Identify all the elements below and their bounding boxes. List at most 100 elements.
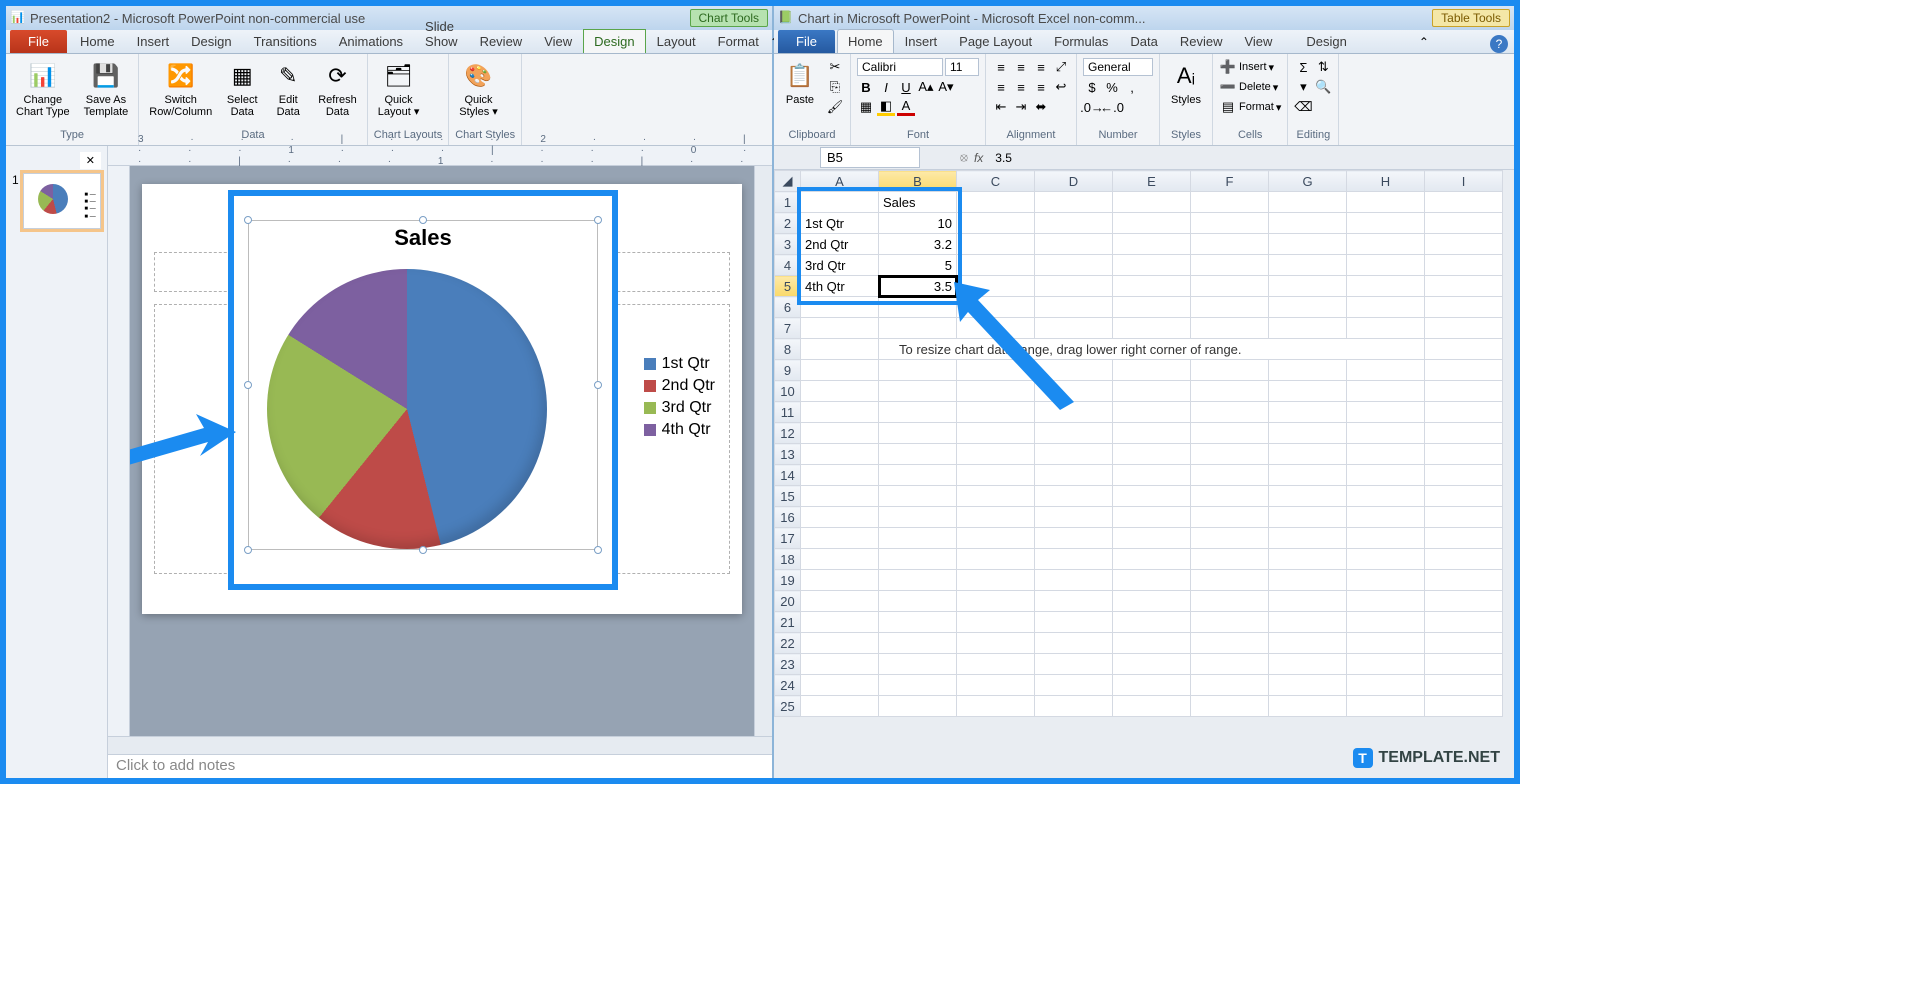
align-center-icon[interactable]: ≡ bbox=[1012, 78, 1030, 96]
tab-animations[interactable]: Animations bbox=[328, 29, 414, 53]
row-header[interactable]: 1 bbox=[775, 192, 801, 213]
find-icon[interactable]: 🔍 bbox=[1314, 78, 1332, 96]
col-header-i[interactable]: I bbox=[1425, 171, 1503, 192]
excel-tab-data[interactable]: Data bbox=[1119, 29, 1168, 53]
excel-help-icon[interactable]: ? bbox=[1490, 35, 1508, 53]
col-header-e[interactable]: E bbox=[1113, 171, 1191, 192]
slide[interactable]: C le bbox=[142, 184, 742, 614]
excel-tab-review[interactable]: Review bbox=[1169, 29, 1234, 53]
paste-button[interactable]: 📋 Paste bbox=[780, 58, 820, 108]
align-bottom-icon[interactable]: ≡ bbox=[1032, 58, 1050, 76]
sort-icon[interactable]: ⇅ bbox=[1314, 58, 1332, 76]
tab-slideshow[interactable]: Slide Show bbox=[414, 14, 469, 53]
slide-canvas[interactable]: C le bbox=[130, 166, 754, 736]
inc-decimal-icon[interactable]: .0→ bbox=[1083, 98, 1101, 116]
pie-chart[interactable] bbox=[267, 269, 547, 549]
increase-font-icon[interactable]: A▴ bbox=[917, 78, 935, 96]
cell-a2[interactable]: 1st Qtr bbox=[801, 213, 879, 234]
dec-decimal-icon[interactable]: ←.0 bbox=[1103, 98, 1121, 116]
excel-file-tab[interactable]: File bbox=[778, 30, 835, 53]
tab-review[interactable]: Review bbox=[469, 29, 534, 53]
chart-tab-format[interactable]: Format bbox=[707, 29, 770, 53]
chart-object[interactable]: Sales 1st Qtr 2nd Qtr 3rd Qtr 4th Qtr bbox=[248, 220, 598, 550]
clear-icon[interactable]: ⌫ bbox=[1294, 98, 1312, 116]
excel-tab-pagelayout[interactable]: Page Layout bbox=[948, 29, 1043, 53]
excel-tab-home[interactable]: Home bbox=[837, 29, 894, 53]
comma-icon[interactable]: , bbox=[1123, 78, 1141, 96]
slide-thumbnail[interactable]: ———— bbox=[23, 173, 101, 229]
chart-tab-design[interactable]: Design bbox=[583, 29, 645, 53]
percent-icon[interactable]: % bbox=[1103, 78, 1121, 96]
col-header-b[interactable]: B bbox=[879, 171, 957, 192]
notes-pane[interactable]: Click to add notes bbox=[108, 754, 772, 778]
select-data-button[interactable]: ▦ Select Data bbox=[222, 58, 262, 120]
quick-styles-button[interactable]: 🎨 Quick Styles ▾ bbox=[455, 58, 502, 120]
format-cells-icon[interactable]: ▤ bbox=[1219, 98, 1237, 116]
fill-color-icon[interactable]: ◧ bbox=[877, 98, 895, 116]
col-header-a[interactable]: A bbox=[801, 171, 879, 192]
styles-button[interactable]: Aᵢ Styles bbox=[1166, 58, 1206, 108]
decrease-indent-icon[interactable]: ⇤ bbox=[992, 98, 1010, 116]
horizontal-scrollbar[interactable] bbox=[108, 736, 772, 754]
cell-b4[interactable]: 5 bbox=[879, 255, 957, 276]
formula-bar[interactable]: 3.5 bbox=[989, 149, 1514, 167]
fx-cancel-icon[interactable]: ⦻ bbox=[960, 150, 968, 165]
cell-a3[interactable]: 2nd Qtr bbox=[801, 234, 879, 255]
cell-a4[interactable]: 3rd Qtr bbox=[801, 255, 879, 276]
excel-ribbon-minimize-icon[interactable]: ⌃ bbox=[1413, 31, 1435, 53]
table-tools-context[interactable]: Table Tools bbox=[1432, 9, 1510, 27]
excel-tab-view[interactable]: View bbox=[1233, 29, 1283, 53]
switch-row-column-button[interactable]: 🔀 Switch Row/Column bbox=[145, 58, 216, 120]
name-box[interactable]: B5 bbox=[820, 147, 920, 168]
cut-icon[interactable]: ✂ bbox=[826, 58, 844, 76]
col-header-f[interactable]: F bbox=[1191, 171, 1269, 192]
thumb-close-icon[interactable]: ✕ bbox=[80, 152, 101, 169]
chart-tab-layout[interactable]: Layout bbox=[646, 29, 707, 53]
chart-title[interactable]: Sales bbox=[249, 221, 597, 259]
cell-b2[interactable]: 10 bbox=[879, 213, 957, 234]
align-top-icon[interactable]: ≡ bbox=[992, 58, 1010, 76]
edit-data-button[interactable]: ✎ Edit Data bbox=[268, 58, 308, 120]
align-left-icon[interactable]: ≡ bbox=[992, 78, 1010, 96]
italic-icon[interactable]: I bbox=[877, 78, 895, 96]
chart-tools-context[interactable]: Chart Tools bbox=[690, 9, 768, 27]
merge-icon[interactable]: ⬌ bbox=[1032, 98, 1050, 116]
chart-legend[interactable]: 1st Qtr 2nd Qtr 3rd Qtr 4th Qtr bbox=[644, 351, 715, 443]
excel-tab-design[interactable]: Design bbox=[1295, 29, 1357, 53]
col-header-d[interactable]: D bbox=[1035, 171, 1113, 192]
border-icon[interactable]: ▦ bbox=[857, 98, 875, 116]
tab-home[interactable]: Home bbox=[69, 29, 126, 53]
col-header-g[interactable]: G bbox=[1269, 171, 1347, 192]
insert-cells-icon[interactable]: ➕ bbox=[1219, 58, 1237, 76]
currency-icon[interactable]: $ bbox=[1083, 78, 1101, 96]
file-tab[interactable]: File bbox=[10, 30, 67, 53]
save-as-template-button[interactable]: 💾 Save As Template bbox=[80, 58, 133, 120]
vertical-scrollbar[interactable] bbox=[754, 166, 772, 736]
underline-icon[interactable]: U bbox=[897, 78, 915, 96]
font-color-icon[interactable]: A bbox=[897, 98, 915, 116]
increase-indent-icon[interactable]: ⇥ bbox=[1012, 98, 1030, 116]
format-painter-icon[interactable]: 🖌 bbox=[826, 98, 844, 116]
font-size-combo[interactable]: 11 bbox=[945, 58, 979, 76]
tab-design[interactable]: Design bbox=[180, 29, 242, 53]
excel-tab-insert[interactable]: Insert bbox=[894, 29, 949, 53]
wrap-text-icon[interactable]: ↩ bbox=[1052, 78, 1070, 96]
col-header-c[interactable]: C bbox=[957, 171, 1035, 192]
cell-b3[interactable]: 3.2 bbox=[879, 234, 957, 255]
fill-icon[interactable]: ▾ bbox=[1294, 78, 1312, 96]
align-middle-icon[interactable]: ≡ bbox=[1012, 58, 1030, 76]
number-format-combo[interactable]: General bbox=[1083, 58, 1153, 76]
bold-icon[interactable]: B bbox=[857, 78, 875, 96]
excel-tab-formulas[interactable]: Formulas bbox=[1043, 29, 1119, 53]
refresh-data-button[interactable]: ⟳ Refresh Data bbox=[314, 58, 361, 120]
cell-b1[interactable]: Sales bbox=[879, 192, 957, 213]
decrease-font-icon[interactable]: A▾ bbox=[937, 78, 955, 96]
delete-cells-icon[interactable]: ➖ bbox=[1219, 78, 1237, 96]
cell-a5[interactable]: 4th Qtr bbox=[801, 276, 879, 297]
change-chart-type-button[interactable]: 📊 Change Chart Type bbox=[12, 58, 74, 120]
orientation-icon[interactable]: ⤢ bbox=[1052, 58, 1070, 76]
copy-icon[interactable]: ⎘ bbox=[826, 78, 844, 96]
cell-b5[interactable]: 3.5 bbox=[879, 276, 957, 297]
quick-layout-button[interactable]: 🗂 Quick Layout ▾ bbox=[374, 58, 424, 120]
col-header-h[interactable]: H bbox=[1347, 171, 1425, 192]
